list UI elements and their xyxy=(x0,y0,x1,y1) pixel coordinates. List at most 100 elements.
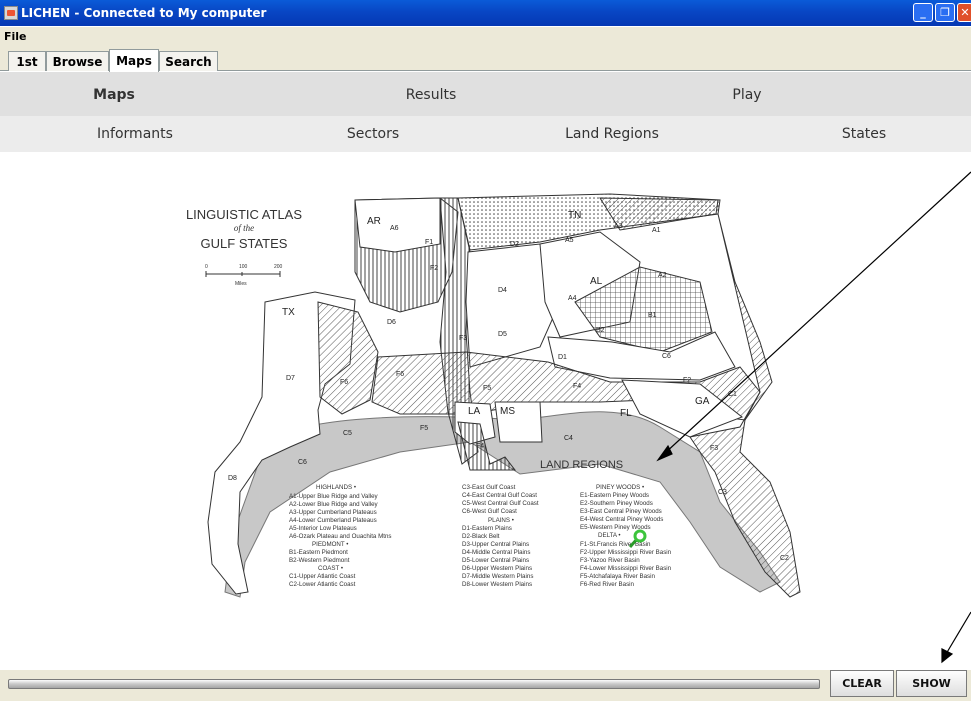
horizontal-scrollbar[interactable] xyxy=(8,679,820,689)
tab-1st[interactable]: 1st xyxy=(8,51,46,71)
tab-browse[interactable]: Browse xyxy=(46,51,109,71)
label-d4: D4 xyxy=(498,287,507,294)
label-d1: C6 xyxy=(662,353,671,360)
legend-item: E3-East Central Piney Woods xyxy=(580,508,662,515)
legend: HIGHLANDS • A1-Upper Blue Ridge and Vall… xyxy=(289,484,672,588)
label-d5: D5 xyxy=(498,331,507,338)
tab-strip: 1st Browse Maps Search xyxy=(0,47,971,72)
label-e2: F3 xyxy=(710,445,718,452)
label-a3: A3 xyxy=(614,223,623,230)
legend-item: C4-East Central Gulf Coast xyxy=(462,492,537,499)
legend-item: C2-Lower Atlantic Coast xyxy=(289,581,356,588)
label-e3: F4 xyxy=(573,383,581,390)
legend-item: A6-Ozark Plateau and Ouachita Mtns xyxy=(289,533,392,540)
nav-informants[interactable]: Informants xyxy=(97,126,173,142)
legend-item: B1-Eastern Piedmont xyxy=(289,549,348,556)
map-panel[interactable]: F1 A6 D2 A5 A3 A1 A2 A4 B1 B2 D4 D5 D6 D… xyxy=(0,152,971,670)
label-c4: C4 xyxy=(564,435,573,442)
label-a4: A4 xyxy=(568,295,577,302)
label-a1: A1 xyxy=(652,227,661,234)
label-d6: D6 xyxy=(387,319,396,326)
legend-item: PIEDMONT • xyxy=(312,541,348,548)
label-al: AL xyxy=(590,276,603,287)
region-e5 xyxy=(317,301,379,415)
scale-100: 100 xyxy=(239,264,248,270)
scale-200: 200 xyxy=(274,264,283,270)
map-title-line2: of the xyxy=(234,223,254,233)
tab-maps[interactable]: Maps xyxy=(109,49,159,72)
map-scale: 0 100 200 Miles xyxy=(205,264,283,287)
nav-sectors[interactable]: Sectors xyxy=(347,126,399,142)
legend-col3: PINEY WOODS • E1-Eastern Piney Woods E2-… xyxy=(580,484,672,588)
legend-item: B2-Western Piedmont xyxy=(289,557,350,564)
show-button[interactable]: SHOW xyxy=(896,670,967,697)
secondary-nav: Informants Sectors Land Regions States xyxy=(0,116,971,152)
menu-file[interactable]: File xyxy=(4,30,27,43)
legend-item: E4-West Central Piney Woods xyxy=(580,516,663,523)
scale-unit: Miles xyxy=(235,281,247,287)
minimize-icon[interactable]: _ xyxy=(913,3,933,22)
legend-item: A2-Lower Blue Ridge and Valley xyxy=(289,501,379,508)
restore-icon[interactable]: ❐ xyxy=(935,3,955,22)
arrow-to-show xyxy=(945,611,971,655)
scale-0: 0 xyxy=(205,264,208,270)
label-f5: F5 xyxy=(420,425,428,432)
map-title-block: LINGUISTIC ATLAS of the GULF STATES xyxy=(186,207,302,251)
label-ga: GA xyxy=(695,396,710,407)
label-ar: AR xyxy=(367,216,381,227)
label-a6: A6 xyxy=(390,225,399,232)
legend-item: D3-Upper Central Plains xyxy=(462,541,529,548)
legend-item: HIGHLANDS • xyxy=(316,484,356,491)
nav-results[interactable]: Results xyxy=(406,87,457,103)
tab-search[interactable]: Search xyxy=(159,51,218,71)
legend-item: A1-Upper Blue Ridge and Valley xyxy=(289,493,379,500)
nav-land-regions[interactable]: Land Regions xyxy=(565,126,659,142)
label-f6: F6 xyxy=(396,371,404,378)
legend-item: E1-Eastern Piney Woods xyxy=(580,492,649,499)
label-c3: C3 xyxy=(718,489,727,496)
label-f1: F1 xyxy=(425,239,433,246)
legend-item: F6-Red River Basin xyxy=(580,581,635,588)
label-d7: D7 xyxy=(286,375,295,382)
legend-item: F5-Atchafalaya River Basin xyxy=(580,573,656,580)
map-title-line1: LINGUISTIC ATLAS xyxy=(186,207,302,222)
legend-item: F3-Yazoo River Basin xyxy=(580,557,640,564)
label-tx: TX xyxy=(282,307,295,318)
map-title-line3: GULF STATES xyxy=(201,236,288,251)
land-regions-map[interactable]: F1 A6 D2 A5 A3 A1 A2 A4 B1 B2 D4 D5 D6 D… xyxy=(0,152,971,670)
legend-item: COAST • xyxy=(318,565,343,572)
close-icon[interactable]: ✕ xyxy=(957,3,971,22)
primary-nav: Maps Results Play xyxy=(0,72,971,116)
label-f4: F4 xyxy=(476,443,484,450)
legend-item: D4-Middle Central Plains xyxy=(462,549,530,556)
nav-states[interactable]: States xyxy=(842,126,886,142)
title-bar: LICHEN - Connected to My computer _ ❐ ✕ xyxy=(0,0,971,26)
land-regions-heading: LAND REGIONS xyxy=(540,459,623,471)
legend-item: C5-West Central Gulf Coast xyxy=(462,500,539,507)
nav-maps[interactable]: Maps xyxy=(93,87,135,103)
legend-item: A4-Lower Cumberland Plateaus xyxy=(289,517,377,524)
legend-item: A3-Upper Cumberland Plateaus xyxy=(289,509,377,516)
annotation-arrows xyxy=(656,171,971,664)
java-app-icon xyxy=(4,6,18,20)
label-c2: C2 xyxy=(780,555,789,562)
legend-col1: HIGHLANDS • A1-Upper Blue Ridge and Vall… xyxy=(289,484,392,588)
legend-item: F4-Lower Mississippi River Basin xyxy=(580,565,672,572)
legend-item: F2-Upper Mississippi River Basin xyxy=(580,549,672,556)
label-f3: F3 xyxy=(459,335,467,342)
legend-item: D5-Lower Central Plains xyxy=(462,557,529,564)
legend-item: D1-Eastern Plains xyxy=(462,525,512,532)
label-e1: F2 xyxy=(683,377,691,384)
label-a2: A2 xyxy=(658,272,667,279)
clear-button[interactable]: CLEAR xyxy=(830,670,894,697)
bottom-bar: CLEAR SHOW xyxy=(0,670,971,701)
arrow-head-icon xyxy=(941,648,954,664)
legend-item: C1-Upper Atlantic Coast xyxy=(289,573,356,580)
nav-play[interactable]: Play xyxy=(732,87,761,103)
legend-item: D8-Lower Western Plains xyxy=(462,581,532,588)
legend-item: PLAINS • xyxy=(488,517,514,524)
label-e5: F6 xyxy=(340,379,348,386)
legend-item: PINEY WOODS • xyxy=(596,484,644,491)
label-d8: D8 xyxy=(228,475,237,482)
legend-item: D6-Upper Western Plains xyxy=(462,565,532,572)
